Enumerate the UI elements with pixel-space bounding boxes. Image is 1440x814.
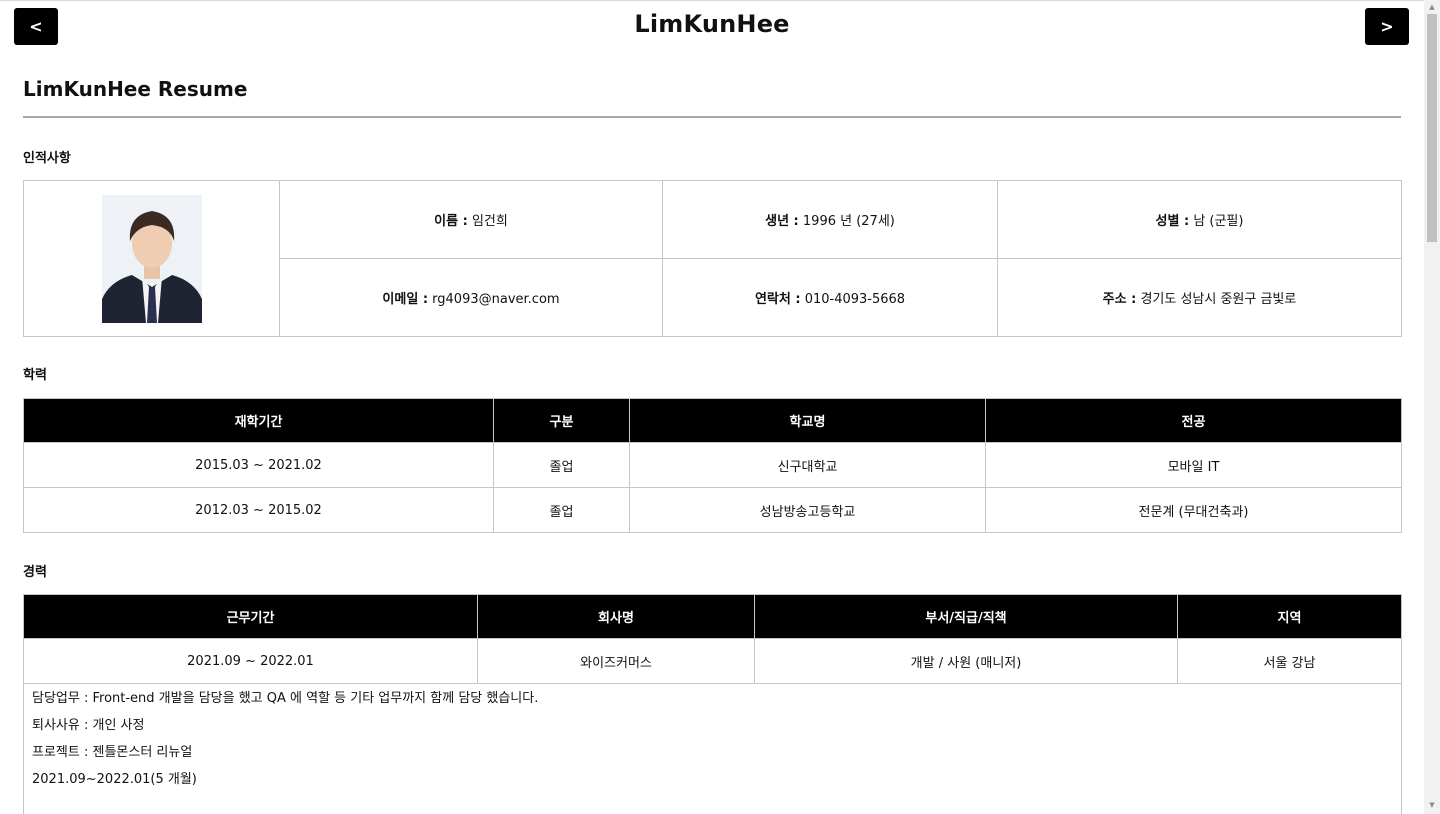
email-value: rg4093@naver.com xyxy=(432,292,560,307)
email-cell: 이메일 : rg4093@naver.com xyxy=(279,258,663,337)
project-text: 프로젝트 : 젠틀몬스터 리뉴얼 xyxy=(32,745,193,760)
column-header: 지역 xyxy=(1177,594,1402,639)
table-cell: 모바일 IT xyxy=(985,442,1402,488)
column-header: 전공 xyxy=(985,398,1402,443)
period-text: 2021.09~2022.01(5 개월) xyxy=(32,772,197,787)
email-label: 이메일 : xyxy=(382,292,429,307)
education-section-label: 학력 xyxy=(23,368,47,383)
education-table: 재학기간 구분 학교명 전공 2015.03 ~ 2021.02 졸업 신구대학… xyxy=(23,398,1402,533)
name-label: 이름 : xyxy=(434,214,468,229)
scroll-down-arrow-icon[interactable]: ▼ xyxy=(1424,798,1440,812)
column-header: 부서/직급/직책 xyxy=(754,594,1178,639)
career-details-row: 담당업무 : Front-end 개발을 담당을 했고 QA 에 역할 등 기타… xyxy=(23,683,1402,814)
birth-value: 1996 년 (27세) xyxy=(802,214,895,229)
scrollbar-thumb[interactable] xyxy=(1427,14,1437,242)
career-section-label: 경력 xyxy=(23,565,47,580)
portrait-image xyxy=(101,194,202,323)
name-cell: 이름 : 임건희 xyxy=(279,180,663,259)
duty-text: 담당업무 : Front-end 개발을 담당을 했고 QA 에 역할 등 기타… xyxy=(32,691,539,706)
table-cell: 2012.03 ~ 2015.02 xyxy=(23,487,494,533)
next-page-button[interactable]: > xyxy=(1365,8,1409,45)
column-header: 재학기간 xyxy=(23,398,494,443)
table-cell: 서울 강남 xyxy=(1177,638,1402,684)
profile-photo xyxy=(101,194,202,323)
address-value: 경기도 성남시 중원구 금빛로 xyxy=(1140,292,1297,307)
table-cell: 성남방송고등학교 xyxy=(629,487,986,533)
address-cell: 주소 : 경기도 성남시 중원구 금빛로 xyxy=(997,258,1402,337)
table-cell: 와이즈커머스 xyxy=(477,638,755,684)
photo-cell xyxy=(23,180,280,337)
profile-row: 이름 : 임건희 생년 : 1996 년 (27세) 성별 : 남 (군필) xyxy=(23,180,1402,337)
table-header-row: 근무기간 회사명 부서/직급/직책 지역 xyxy=(23,594,1402,639)
phone-value: 010-4093-5668 xyxy=(804,292,906,307)
phone-cell: 연락처 : 010-4093-5668 xyxy=(662,258,998,337)
table-cell: 졸업 xyxy=(493,442,630,488)
profile-table: 이름 : 임건희 생년 : 1996 년 (27세) 성별 : 남 (군필) 이… xyxy=(23,180,1402,337)
column-header: 근무기간 xyxy=(23,594,478,639)
table-row: 2015.03 ~ 2021.02 졸업 신구대학교 모바일 IT xyxy=(23,442,1402,488)
column-header: 구분 xyxy=(493,398,630,443)
table-row: 2012.03 ~ 2015.02 졸업 성남방송고등학교 전문계 (무대건축과… xyxy=(23,487,1402,533)
career-table: 근무기간 회사명 부서/직급/직책 지역 2021.09 ~ 2022.01 와… xyxy=(23,594,1402,814)
column-header: 학교명 xyxy=(629,398,986,443)
gender-cell: 성별 : 남 (군필) xyxy=(997,180,1402,259)
career-details-cell: 담당업무 : Front-end 개발을 담당을 했고 QA 에 역할 등 기타… xyxy=(23,683,1402,814)
table-row: 2021.09 ~ 2022.01 와이즈커머스 개발 / 사원 (매니저) 서… xyxy=(23,638,1402,684)
profile-section-label: 인적사항 xyxy=(23,151,71,166)
column-header: 회사명 xyxy=(477,594,755,639)
table-cell: 개발 / 사원 (매니저) xyxy=(754,638,1178,684)
table-cell: 졸업 xyxy=(493,487,630,533)
table-cell: 신구대학교 xyxy=(629,442,986,488)
birth-cell: 생년 : 1996 년 (27세) xyxy=(662,180,998,259)
page: < LimKunHee > LimKunHee Resume 인적사항 이름:… xyxy=(0,0,1440,814)
vertical-scrollbar[interactable]: ▲ ▼ xyxy=(1424,0,1440,814)
table-cell: 전문계 (무대건축과) xyxy=(985,487,1402,533)
name-value: 임건희 xyxy=(471,214,508,229)
address-label: 주소 : xyxy=(1102,292,1137,307)
phone-label: 연락처 : xyxy=(754,292,801,307)
table-cell: 2015.03 ~ 2021.02 xyxy=(23,442,494,488)
site-title: LimKunHee xyxy=(634,10,790,38)
title-divider xyxy=(23,116,1401,118)
gender-value: 남 (군필) xyxy=(1193,214,1244,229)
table-header-row: 재학기간 구분 학교명 전공 xyxy=(23,398,1402,443)
resignation-text: 퇴사사유 : 개인 사정 xyxy=(32,718,145,733)
gender-label: 성별 : xyxy=(1155,214,1190,229)
table-cell: 2021.09 ~ 2022.01 xyxy=(23,638,478,684)
resume-page: < LimKunHee > LimKunHee Resume 인적사항 이름:… xyxy=(0,0,1424,814)
resume-title: LimKunHee Resume xyxy=(23,77,248,101)
scroll-up-arrow-icon[interactable]: ▲ xyxy=(1424,0,1440,14)
birth-label: 생년 : xyxy=(765,214,799,229)
